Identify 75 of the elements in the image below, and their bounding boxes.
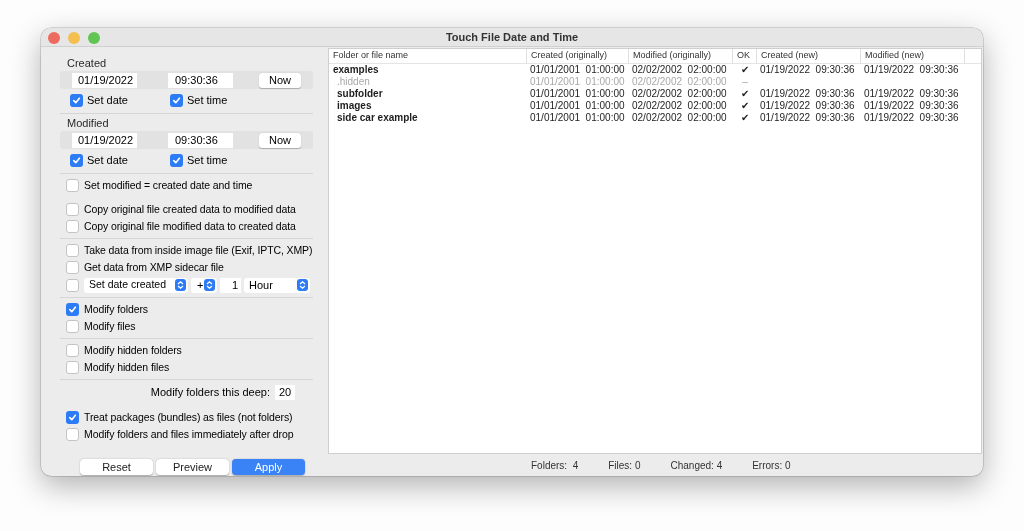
ok-mark: – [742,76,748,87]
date-time-text: 01/19/2022 09:30:36 [760,88,855,99]
action-button[interactable]: Apply [232,459,305,475]
now-button[interactable]: Now [259,72,301,88]
column-header[interactable]: Created (new) [761,49,819,63]
date-time-text: 02/02/2002 02:00:00 [632,64,727,75]
date-time-text: 02/02/2002 02:00:00 [632,76,727,87]
now-button[interactable]: Now [259,132,301,148]
checkbox-label: Get data from XMP sidecar file [84,259,224,275]
date-time-text: 02/02/2002 02:00:00 [632,88,727,99]
date-time-text: 02/02/2002 02:00:00 [632,100,727,111]
column-header[interactable]: Modified (new) [865,49,925,63]
file-name: side car example [337,112,418,123]
checkbox-label: Set time [187,152,228,168]
date-time-text: 01/19/2022 09:30:36 [760,64,855,75]
file-name: examples [333,64,379,75]
status-text: Folders: 4 [531,458,579,473]
checkbox-label: Treat packages (bundles) as files (not folders) [84,409,293,425]
time-field[interactable]: 09:30:36 [168,132,233,148]
file-row[interactable]: examples 01/01/2001 01:00:00 02/02/2002 02:00:00 ✔ 01/19/2022 09:30:36 01/19/2022 09:30:36 [329,64,981,76]
ok-mark: ✔ [741,64,749,75]
ok-mark: ✔ [741,100,749,111]
time-field[interactable]: 09:30:36 [168,72,233,88]
section-label: Modified [67,116,110,131]
ok-mark: ✔ [741,112,749,123]
status-text: Changed: 4 [670,458,723,473]
date-time-text: 01/01/2001 01:00:00 [530,88,625,99]
checkbox-label: Modify folders [84,301,148,317]
checkbox-label: Set time [187,92,228,108]
date-time-text: 01/19/2022 09:30:36 [760,112,855,123]
file-row[interactable]: subfolder 01/01/2001 01:00:00 02/02/2002 02:00:00 ✔ 01/19/2022 09:30:36 01/19/2022 09:30:36 [329,88,981,100]
window-title: Touch File Date and Time [445,29,579,45]
checkbox-label: Copy original file modified data to created data [84,218,296,234]
unit-select[interactable]: Hour [244,277,310,293]
date-time-text: 01/01/2001 01:00:00 [530,76,625,87]
checkbox-label: Set date [87,92,128,108]
sign-select[interactable]: + [191,277,217,293]
amount-field[interactable]: 1 [220,277,241,293]
action-button[interactable]: Reset [80,459,153,475]
file-row[interactable]: images 01/01/2001 01:00:00 02/02/2002 02:00:00 ✔ 01/19/2022 09:30:36 01/19/2022 09:30:36 [329,100,981,112]
file-row[interactable]: side car example 01/01/2001 01:00:00 02/02/2002 02:00:00 ✔ 01/19/2022 09:30:36 01/19/2022 09:30:36 [329,112,981,124]
depth-field[interactable]: 20 [275,385,295,400]
status-text: Files: 0 [608,458,641,473]
column-header[interactable]: OK [737,49,750,63]
action-select[interactable]: Set date created [84,277,188,293]
date-field[interactable]: 01/19/2022 [72,72,137,88]
checkbox-label: Modify files [84,318,136,334]
action-button[interactable]: Preview [156,459,229,475]
checkbox-label: Modify hidden files [84,359,170,375]
date-time-text: 02/02/2002 02:00:00 [632,112,727,123]
file-name: images [337,100,372,111]
checkbox-label: Modify hidden folders [84,342,182,358]
file-name: .hidden [337,76,370,87]
date-time-text: 01/19/2022 09:30:36 [760,100,855,111]
date-time-text: 01/01/2001 01:00:00 [530,112,625,123]
date-field[interactable]: 01/19/2022 [72,132,137,148]
date-time-text: 01/19/2022 09:30:36 [864,100,959,111]
column-header[interactable]: Created (originally) [531,49,608,63]
date-time-text: 01/19/2022 09:30:36 [864,64,959,75]
checkbox-label: Take data from inside image file (Exif, IPTC, XMP) [84,242,313,258]
column-header[interactable]: Modified (originally) [633,49,712,63]
checkbox-label: Modify folders and files immediately after drop [84,426,294,442]
status-text: Errors: 0 [752,458,791,473]
checkbox-label: Set modified = created date and time [84,177,253,193]
column-header[interactable]: Folder or file name [333,49,409,63]
date-time-text: 01/01/2001 01:00:00 [530,64,625,75]
section-label: Created [67,56,108,71]
checkbox-label: Set date [87,152,128,168]
date-time-text: 01/01/2001 01:00:00 [530,100,625,111]
file-name: subfolder [337,88,383,99]
date-time-text: 01/19/2022 09:30:36 [864,88,959,99]
ok-mark: ✔ [741,88,749,99]
depth-label: Modify folders this deep: [150,385,270,401]
checkbox-label: Copy original file created data to modified data [84,201,296,217]
date-time-text: 01/19/2022 09:30:36 [864,112,959,123]
